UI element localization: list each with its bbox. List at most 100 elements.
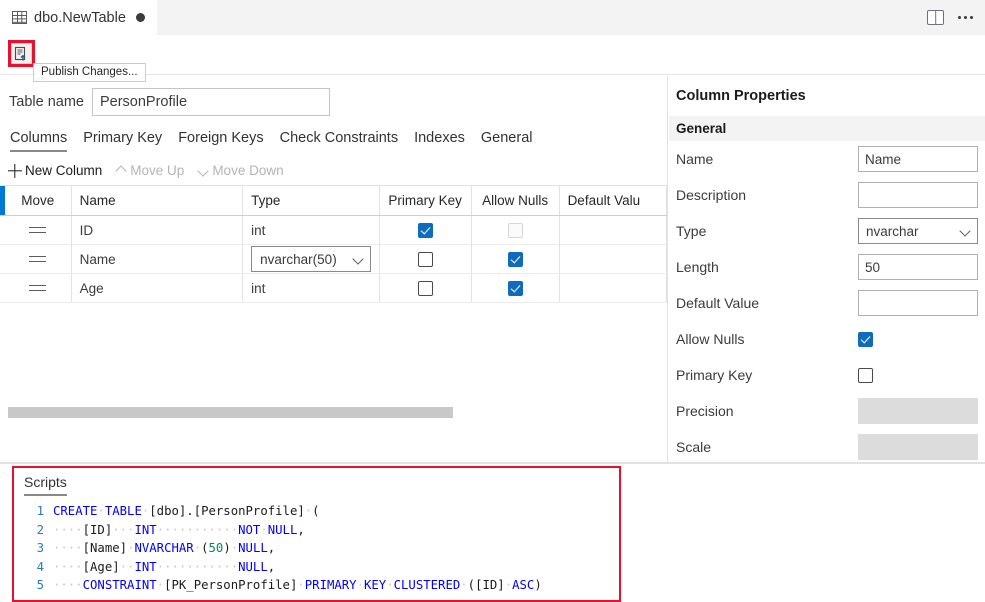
table-designer-window: dbo.NewTable Publish Changes... (0, 0, 985, 602)
drag-handle-icon[interactable] (29, 255, 46, 264)
drag-handle-icon[interactable] (29, 284, 46, 293)
code-identifier: Age (90, 560, 112, 574)
column-header-type[interactable]: Type (243, 186, 380, 215)
scripts-code-editor[interactable]: 1CREATE·TABLE·[dbo].[PersonProfile]·(2··… (14, 502, 619, 595)
cell-allow-nulls[interactable] (472, 245, 560, 273)
ellipsis-icon[interactable] (958, 16, 973, 19)
cell-column-type[interactable]: int (243, 274, 380, 302)
cell-default-value[interactable] (560, 274, 667, 302)
property-row-primary-key: Primary Key (669, 357, 985, 393)
code-line-number: 1 (14, 502, 44, 521)
cell-column-name[interactable]: ID (72, 216, 244, 244)
cell-primary-key[interactable] (380, 274, 472, 302)
property-label-type: Type (676, 223, 858, 239)
cell-column-name[interactable]: Name (72, 245, 244, 273)
code-keyword: CONSTRAINT (83, 578, 157, 592)
property-input-description[interactable] (858, 182, 978, 208)
designer-toolbar (0, 35, 985, 75)
code-whitespace: ···· (53, 560, 83, 574)
cell-column-type[interactable]: int (243, 216, 380, 244)
property-select-type[interactable]: nvarchar (858, 218, 978, 244)
property-row-precision: Precision (669, 393, 985, 429)
designer-tab-columns[interactable]: Columns (10, 130, 67, 152)
publish-changes-highlight (8, 40, 35, 67)
type-dropdown-value: nvarchar(50) (260, 252, 337, 267)
table-name-row: Table name (0, 76, 667, 116)
grid-horizontal-scrollbar-thumb[interactable] (8, 407, 453, 418)
code-keyword: NOT (238, 523, 260, 537)
column-header-default-valu[interactable]: Default Valu (560, 186, 667, 215)
cell-allow-nulls[interactable] (472, 216, 560, 244)
code-punctuation: ([ (468, 578, 483, 592)
property-checkbox-allow-nulls[interactable] (858, 332, 873, 347)
code-whitespace: · (460, 578, 467, 592)
code-whitespace: ··········· (157, 560, 238, 574)
designer-tab-foreign-keys[interactable]: Foreign Keys (178, 130, 263, 152)
editor-tab-dbo-newtable[interactable]: dbo.NewTable (0, 0, 157, 35)
designer-tab-primary-key[interactable]: Primary Key (83, 130, 162, 152)
designer-tab-strip: Columns Primary Key Foreign Keys Check Cons… (0, 116, 667, 152)
column-header-allow-nulls[interactable]: Allow Nulls (472, 186, 560, 215)
new-column-button[interactable]: New Column (8, 163, 102, 178)
designer-tab-general[interactable]: General (481, 130, 533, 152)
property-input-name[interactable] (858, 146, 978, 172)
cell-allow-nulls[interactable] (472, 274, 560, 302)
code-line: 2····[ID]···INT···········NOT·NULL, (14, 521, 619, 540)
column-header-primary-key[interactable]: Primary Key (380, 186, 472, 215)
chevron-down-icon (960, 226, 971, 237)
code-identifier: ID (482, 578, 497, 592)
publish-changes-button[interactable] (11, 43, 32, 64)
cell-move[interactable] (5, 216, 72, 244)
table-name-input[interactable] (92, 88, 330, 116)
cell-primary-key[interactable] (380, 216, 472, 244)
move-down-button: Move Down (198, 163, 283, 178)
cell-default-value[interactable] (560, 245, 667, 273)
column-header-move[interactable]: Move (5, 186, 72, 215)
property-row-default-value: Default Value (669, 285, 985, 321)
code-punctuation: ] (120, 541, 127, 555)
cell-move[interactable] (5, 274, 72, 302)
code-whitespace: · (357, 578, 364, 592)
table-row[interactable]: Ageint (0, 274, 667, 303)
split-editor-icon[interactable] (927, 10, 944, 25)
property-checkbox-primary-key[interactable] (858, 368, 873, 383)
column-header-name[interactable]: Name (72, 186, 244, 215)
code-keyword: INT (134, 523, 156, 537)
code-line-number: 2 (14, 521, 44, 540)
property-label-scale: Scale (676, 439, 858, 455)
property-label-name: Name (676, 151, 858, 167)
table-row[interactable]: Name nvarchar(50) (0, 245, 667, 274)
allow-nulls-checkbox[interactable] (508, 252, 523, 267)
designer-tab-check-constraints[interactable]: Check Constraints (280, 130, 398, 152)
columns-grid-header-row: MoveNameTypePrimary KeyAllow NullsDefaul… (0, 186, 667, 216)
plus-icon (8, 164, 22, 178)
chevron-up-icon (116, 165, 127, 176)
cell-default-value[interactable] (560, 216, 667, 244)
property-input-length[interactable] (858, 254, 978, 280)
cell-primary-key[interactable] (380, 245, 472, 273)
property-row-name: Name (669, 141, 985, 177)
primary-key-checkbox[interactable] (418, 281, 433, 296)
primary-key-checkbox[interactable] (418, 252, 433, 267)
primary-key-checkbox[interactable] (418, 223, 433, 238)
editor-tab-label: dbo.NewTable (34, 10, 126, 26)
property-row-allow-nulls: Allow Nulls (669, 321, 985, 357)
cell-column-type[interactable]: nvarchar(50) (243, 245, 380, 273)
drag-handle-icon[interactable] (29, 226, 46, 235)
table-row[interactable]: IDint (0, 216, 667, 245)
cell-move[interactable] (5, 245, 72, 273)
allow-nulls-checkbox[interactable] (508, 281, 523, 296)
code-punctuation: ].[PersonProfile] (179, 504, 305, 518)
code-whitespace: ··· (112, 523, 134, 537)
cell-column-name[interactable]: Age (72, 274, 244, 302)
designer-tab-indexes[interactable]: Indexes (414, 130, 465, 152)
chevron-down-icon (353, 254, 364, 265)
scripts-tab[interactable]: Scripts (24, 474, 67, 496)
code-whitespace: ···· (53, 541, 83, 555)
panel-divider (0, 462, 985, 464)
publish-changes-icon (14, 46, 30, 62)
property-input-default-value[interactable] (858, 290, 978, 316)
unsaved-changes-dot-icon (136, 13, 145, 22)
table-name-label: Table name (9, 94, 84, 110)
type-dropdown[interactable]: nvarchar(50) (251, 246, 371, 272)
